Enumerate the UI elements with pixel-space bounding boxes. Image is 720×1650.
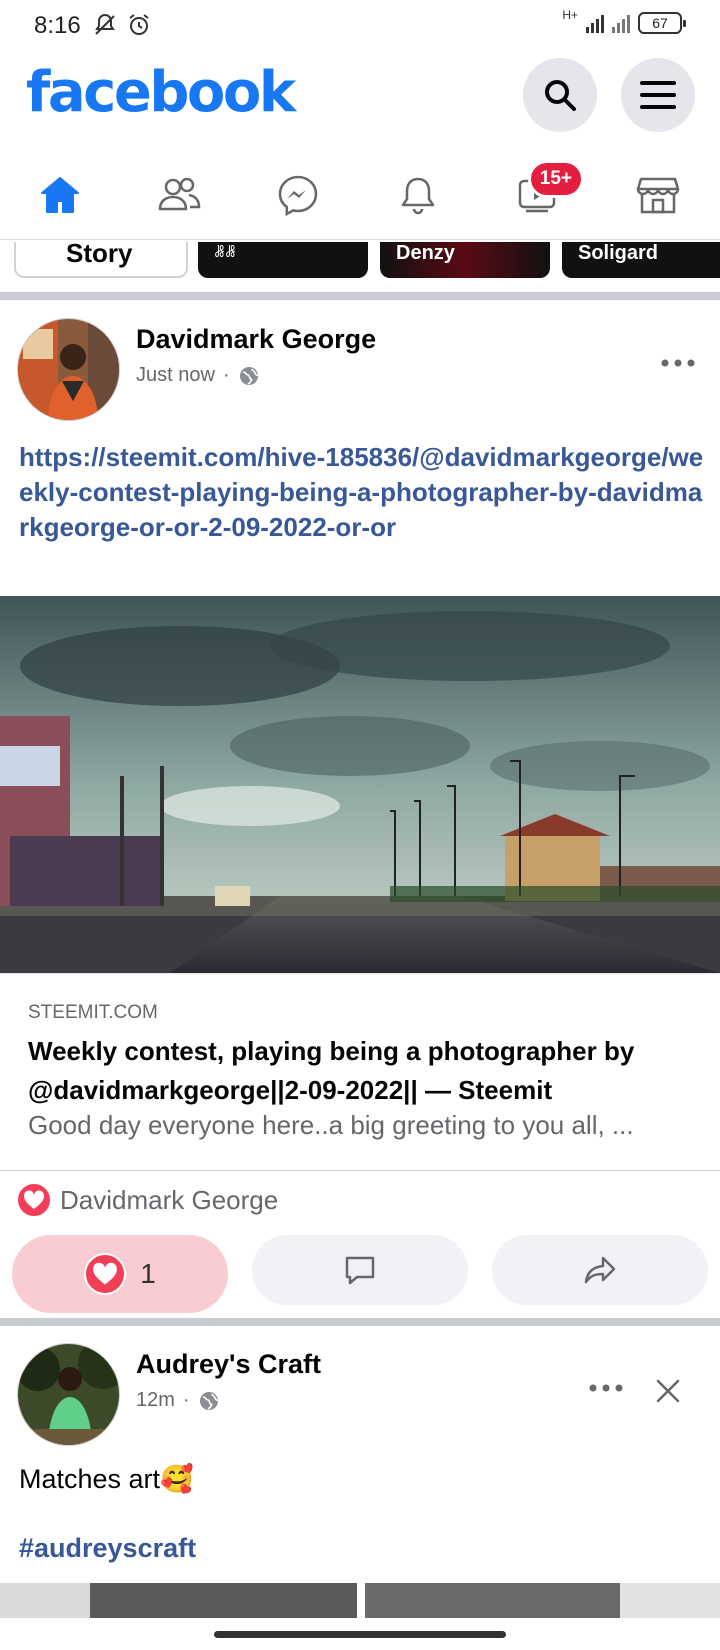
heart-icon	[84, 1253, 127, 1295]
home-icon	[41, 177, 79, 213]
watch-badge: 15+	[527, 160, 584, 198]
comment-icon	[345, 1256, 375, 1285]
status-time: 8:16	[34, 12, 81, 39]
search-button[interactable]	[523, 58, 597, 132]
friends-icon	[158, 177, 201, 211]
story-card[interactable]: Denzy	[380, 242, 550, 278]
globe-icon	[199, 1391, 219, 1410]
comment-button[interactable]	[252, 1235, 468, 1305]
love-reaction-icon	[16, 1182, 52, 1218]
preview-domain: STEEMIT.COM	[28, 1002, 158, 1023]
feed-divider	[0, 1318, 720, 1326]
post-images	[0, 1583, 720, 1618]
profile-photo	[18, 319, 119, 420]
network-type: H+	[562, 8, 578, 22]
nav-tabs: 15+	[0, 150, 720, 240]
bell-icon	[401, 177, 435, 215]
globe-icon	[239, 366, 259, 385]
more-icon	[661, 359, 695, 367]
post-options-button[interactable]	[658, 348, 698, 378]
preview-description: Good day everyone here..a big greeting t…	[28, 1110, 634, 1140]
preview-title: Weekly contest, playing being a photogra…	[28, 1036, 635, 1105]
link-preview-image[interactable]	[0, 596, 720, 973]
alarm-icon	[129, 14, 149, 35]
messenger-icon	[278, 175, 318, 216]
share-button[interactable]	[492, 1235, 708, 1305]
post-author[interactable]: Audrey's Craft	[136, 1349, 321, 1380]
post-time[interactable]: Just now	[136, 364, 215, 387]
post-actions: 1	[0, 1235, 720, 1313]
meta-dot: ·	[222, 364, 230, 386]
story-card[interactable]: Soligard	[562, 242, 720, 278]
avatar[interactable]	[17, 1343, 120, 1446]
stories-strip: Story ꗡꗡ Denzy Soligard	[0, 242, 720, 280]
feed-divider	[0, 292, 720, 300]
post-author[interactable]: Davidmark George	[136, 324, 376, 355]
meta-dot: ·	[182, 1389, 190, 1411]
search-icon	[545, 80, 576, 111]
post-link[interactable]: https://steemit.com/hive-185836/@davidma…	[19, 440, 709, 545]
mute-icon	[95, 13, 115, 35]
hide-post-button[interactable]	[650, 1373, 686, 1409]
street-photo	[0, 596, 720, 973]
create-story-label: Story	[66, 242, 133, 268]
share-icon	[584, 1256, 616, 1284]
post-text: Matches art🥰	[19, 1464, 194, 1494]
facebook-logo[interactable]: facebook	[26, 60, 296, 125]
story-card[interactable]: ꗡꗡ	[198, 242, 368, 278]
post-time[interactable]: 12m	[136, 1389, 175, 1412]
tab-messenger[interactable]	[258, 160, 338, 230]
tab-home[interactable]	[20, 160, 100, 230]
battery-icon: 67	[638, 12, 686, 34]
like-count: 1	[140, 1258, 156, 1289]
link-preview-card[interactable]: STEEMIT.COM Weekly contest, playing bein…	[0, 973, 720, 1171]
signal-icon-2	[612, 13, 630, 33]
home-indicator[interactable]	[214, 1631, 506, 1638]
tab-friends[interactable]	[139, 160, 219, 230]
like-button[interactable]: 1	[12, 1235, 228, 1313]
status-bar: 8:16 H+ 67	[0, 0, 720, 52]
signal-icon	[586, 13, 604, 33]
avatar[interactable]	[17, 318, 120, 421]
menu-button[interactable]	[621, 58, 695, 132]
post-image-grid[interactable]	[0, 1583, 720, 1618]
tab-marketplace[interactable]	[618, 160, 698, 230]
profile-photo	[18, 1344, 119, 1445]
post-header: Davidmark George Just now ·	[0, 318, 720, 428]
create-story-card[interactable]: Story	[14, 242, 188, 278]
tab-watch[interactable]: 15+	[498, 160, 584, 230]
marketplace-icon	[636, 177, 680, 214]
tab-notifications[interactable]	[378, 160, 458, 230]
post-options-button[interactable]	[586, 1373, 626, 1403]
reactions-summary[interactable]: Davidmark George	[16, 1182, 278, 1218]
hashtag-link[interactable]: #audreyscraft	[19, 1533, 196, 1564]
post-header: Audrey's Craft 12m ·	[0, 1343, 720, 1453]
more-icon	[589, 1384, 623, 1392]
reactor-name: Davidmark George	[60, 1184, 279, 1215]
hamburger-icon	[640, 81, 676, 109]
app-header: facebook	[0, 52, 720, 140]
close-icon	[656, 1379, 680, 1403]
